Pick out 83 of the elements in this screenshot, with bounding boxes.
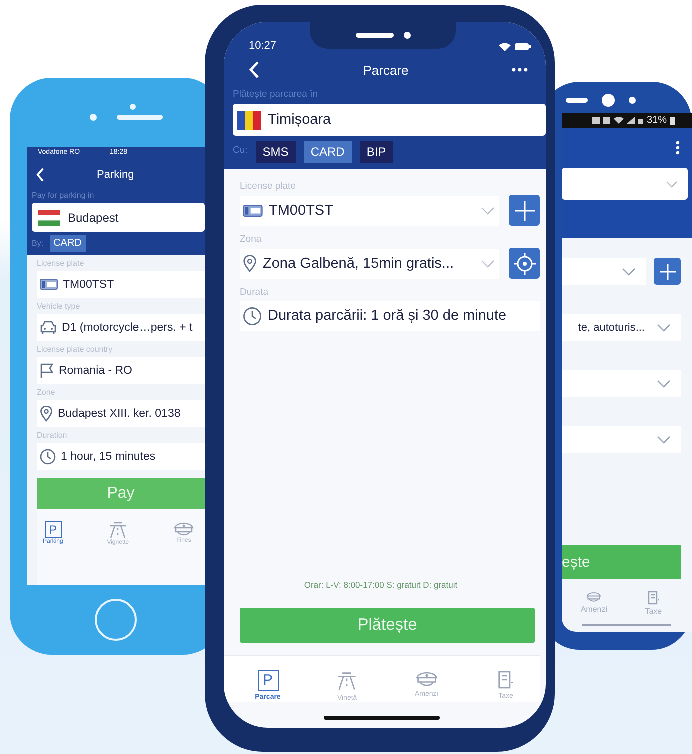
plus-icon bbox=[514, 200, 534, 220]
license-plate-icon bbox=[40, 279, 58, 290]
status-icons-drawing bbox=[592, 116, 644, 125]
city-label: Plătește parcarea în bbox=[233, 88, 320, 102]
battery-icon bbox=[670, 116, 676, 126]
car-icon bbox=[40, 320, 57, 335]
screen-title: Parcare bbox=[363, 62, 409, 78]
sensor-dot bbox=[90, 114, 96, 121]
road-icon bbox=[336, 670, 358, 692]
flag-icon bbox=[40, 362, 54, 378]
more-menu-icon[interactable] bbox=[512, 68, 528, 72]
document-icon bbox=[498, 670, 514, 690]
field-label: Zone bbox=[37, 387, 56, 399]
more-menu-icon[interactable] bbox=[676, 141, 680, 155]
field-label: License plate bbox=[37, 258, 86, 270]
select-field[interactable]: Durata parcării: 1 oră și 30 de minute bbox=[240, 301, 540, 331]
back-icon[interactable] bbox=[36, 168, 45, 182]
camera-dot bbox=[130, 104, 136, 110]
hungary-flag-icon bbox=[38, 210, 60, 226]
payment-method-tab[interactable]: BIP bbox=[360, 141, 394, 163]
select-field[interactable]: D1 (motorcycle…pers. + t bbox=[37, 314, 205, 341]
select-field[interactable] bbox=[562, 370, 681, 397]
field-value: TM00TST bbox=[269, 202, 334, 218]
payment-method-tab[interactable]: CARD bbox=[304, 141, 352, 163]
field-label: Duration bbox=[37, 430, 68, 442]
speaker-grille bbox=[566, 98, 588, 103]
select-field[interactable]: 1 hour, 15 minutes bbox=[37, 443, 205, 470]
add-button[interactable] bbox=[654, 258, 681, 285]
location-pin-icon bbox=[243, 254, 257, 272]
field-label: Vehicle type bbox=[37, 301, 82, 313]
location-pin-icon bbox=[40, 406, 53, 422]
city-field[interactable]: Budapest bbox=[32, 203, 205, 232]
parking-icon: P bbox=[258, 670, 278, 691]
method-label: Cu: bbox=[233, 144, 248, 158]
city-label: Pay for parking in bbox=[32, 190, 96, 202]
field-value: 1 hour, 15 minutes bbox=[61, 450, 156, 462]
field-value: D1 (motorcycle…pers. + t bbox=[62, 322, 193, 334]
select-field[interactable] bbox=[562, 258, 646, 285]
status-time: 10:27 bbox=[249, 40, 277, 52]
field-value: Durata parcării: 1 oră și 30 de minute bbox=[268, 308, 508, 324]
officer-cap-icon bbox=[414, 670, 439, 688]
speaker-grille bbox=[116, 115, 162, 120]
field-value: te, autoturis... bbox=[578, 322, 645, 334]
license-plate-icon bbox=[243, 204, 263, 216]
select-field[interactable]: te, autoturis... bbox=[562, 314, 681, 341]
officer-cap-icon bbox=[586, 591, 602, 603]
back-icon[interactable] bbox=[249, 61, 260, 79]
select-field[interactable]: Romania - RO bbox=[37, 357, 205, 384]
field-label: Durata bbox=[240, 287, 270, 300]
wifi-battery-icons-drawing bbox=[498, 42, 532, 52]
select-field[interactable]: Budapest XIII. ker. 0138 bbox=[37, 400, 205, 427]
field-label: License plate bbox=[240, 181, 297, 194]
hours-note: Orar: L-V: 8:00-17:00 S: gratuit D: gratuit bbox=[303, 580, 459, 590]
select-field[interactable]: Zona Galbenă, 15min gratis... bbox=[240, 248, 499, 278]
field-value: Zona Galbenă, 15min gratis... bbox=[263, 256, 456, 272]
select-field[interactable] bbox=[562, 426, 681, 453]
camera-dot bbox=[602, 94, 615, 107]
target-icon bbox=[514, 252, 536, 274]
field-value: Budapest XIII. ker. 0138 bbox=[58, 408, 181, 420]
road-icon bbox=[108, 521, 128, 539]
field-value: Romania - RO bbox=[59, 364, 132, 376]
sensor-dot bbox=[629, 97, 636, 104]
clock-icon bbox=[40, 448, 56, 464]
field-label: Zona bbox=[240, 234, 263, 247]
add-button[interactable] bbox=[509, 195, 540, 226]
field-value: TM00TST bbox=[63, 278, 114, 290]
city-field[interactable]: Timișoara bbox=[233, 104, 546, 136]
field-label: License plate country bbox=[37, 344, 114, 356]
method-label: By: bbox=[32, 238, 44, 250]
payment-method-tab[interactable]: SMS bbox=[256, 141, 296, 163]
clock-icon bbox=[243, 306, 262, 326]
locate-button[interactable] bbox=[509, 248, 540, 279]
select-field[interactable]: TM00TST bbox=[37, 271, 205, 298]
document-icon bbox=[648, 591, 660, 605]
select-field[interactable] bbox=[562, 168, 688, 200]
plus-icon bbox=[660, 264, 676, 280]
parking-icon: P bbox=[44, 521, 62, 538]
battery-percent: 31% bbox=[647, 115, 668, 126]
payment-method-tab[interactable]: CARD bbox=[50, 235, 86, 252]
officer-cap-icon bbox=[172, 521, 195, 537]
screen-title: Parking bbox=[97, 169, 134, 181]
select-field[interactable]: TM00TST bbox=[240, 196, 499, 226]
romania-flag-icon bbox=[237, 110, 261, 130]
